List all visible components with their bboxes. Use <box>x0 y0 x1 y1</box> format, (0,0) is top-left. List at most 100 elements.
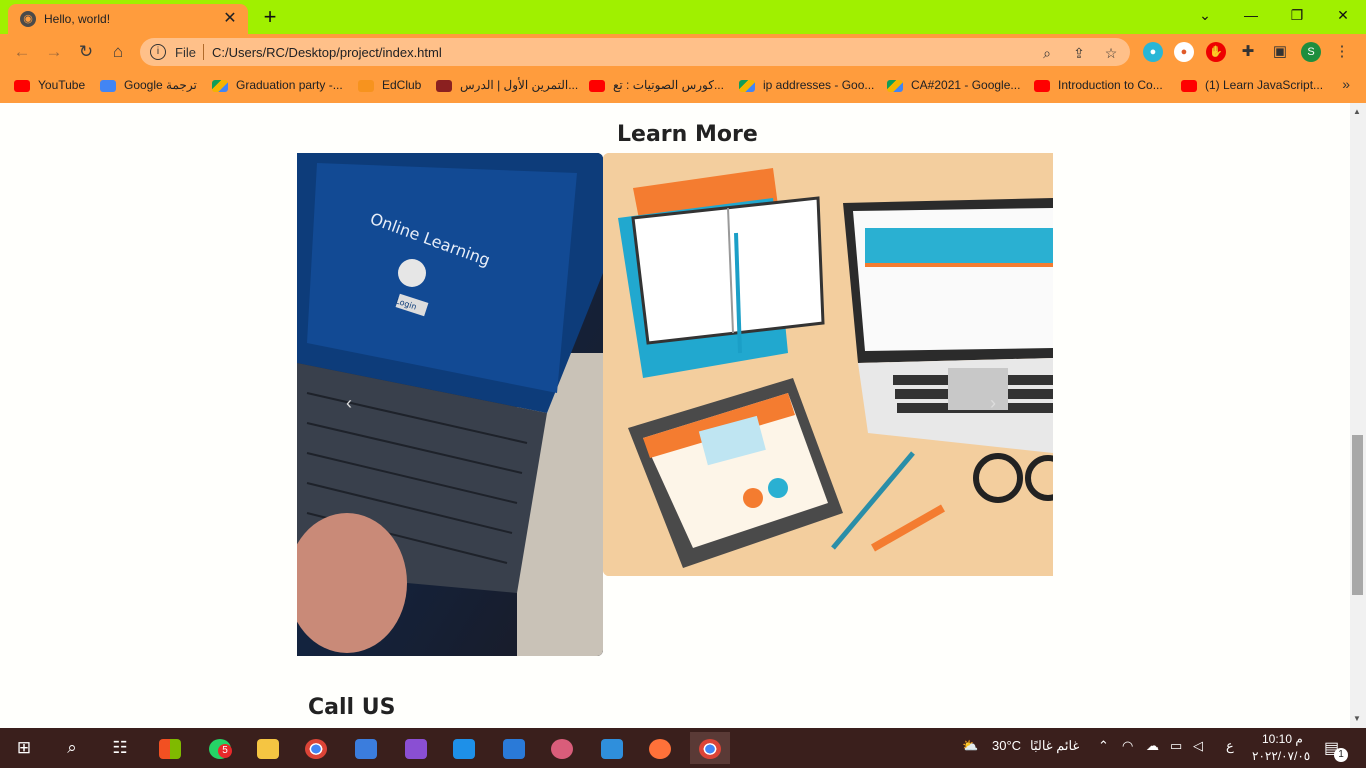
notifications-badge: 1 <box>1334 748 1348 762</box>
carousel-next-icon[interactable]: › <box>990 393 996 414</box>
whatsapp-unread-badge: 5 <box>218 744 232 758</box>
bookmark-label: Introduction to Co... <box>1058 78 1163 92</box>
google-translate-icon <box>100 79 116 92</box>
browser-chrome: ◉ Hello, world! ✕ + ⌄ — ❐ ✕ ← → ↻ ⌂ i Fi… <box>0 0 1366 103</box>
back-button[interactable]: ← <box>10 40 34 64</box>
scroll-down-arrow-icon[interactable]: ▼ <box>1353 714 1361 723</box>
bookmark-item[interactable]: Graduation party -... <box>212 76 343 94</box>
bookmark-item[interactable]: التمرين الأول | الدرس... <box>436 76 578 94</box>
home-button[interactable]: ⌂ <box>106 40 130 64</box>
scroll-up-arrow-icon[interactable]: ▲ <box>1353 107 1361 116</box>
tab-search-icon[interactable]: ⌄ <box>1182 0 1228 30</box>
vscode-icon[interactable] <box>444 732 484 764</box>
avatar-icon <box>436 79 452 92</box>
google-drive-icon <box>887 79 903 92</box>
firefox-icon[interactable] <box>640 732 680 764</box>
address-bar[interactable]: i File C:/Users/RC/Desktop/project/index… <box>140 38 1130 66</box>
google-drive-icon <box>739 79 755 92</box>
menu-kebab-icon[interactable]: ⋮ <box>1332 42 1352 62</box>
file-scheme-label: File <box>175 45 196 60</box>
bookmark-item[interactable]: Introduction to Co... <box>1034 76 1163 94</box>
bookmark-label: Graduation party -... <box>236 78 343 92</box>
side-panel-icon[interactable]: ▣ <box>1270 42 1290 62</box>
weather-text[interactable]: غائم غالبًا <box>1030 738 1079 754</box>
chrome-active-icon[interactable] <box>690 732 730 764</box>
bookmarks-bar: YouTube Google ترجمة Graduation party -.… <box>0 70 1366 100</box>
bookmark-label: التمرين الأول | الدرس... <box>460 78 579 92</box>
bookmark-star-icon[interactable]: ☆ <box>1102 44 1120 62</box>
carousel-image-online-learning: Online Learning Login <box>297 153 603 656</box>
task-view-icon[interactable]: ☷ <box>100 732 140 764</box>
zoom-icon[interactable]: ⌕ <box>1038 44 1056 62</box>
close-window-button[interactable]: ✕ <box>1320 0 1366 30</box>
onedrive-cloud-icon[interactable]: ☁ <box>1146 738 1159 754</box>
omnibox-divider <box>203 44 204 60</box>
bookmark-item[interactable]: (1) Learn JavaScript... <box>1181 76 1323 94</box>
battery-icon[interactable]: ▭ <box>1170 738 1182 754</box>
temperature-text[interactable]: 30°C <box>992 738 1021 753</box>
paint-icon[interactable] <box>542 732 582 764</box>
tray-chevron-up-icon[interactable]: ⌃ <box>1098 738 1109 754</box>
edclub-icon <box>358 79 374 92</box>
carousel-prev-icon[interactable]: ‹ <box>346 393 352 414</box>
tab-strip: ◉ Hello, world! ✕ + ⌄ — ❐ ✕ <box>0 0 1366 34</box>
share-icon[interactable]: ⇪ <box>1070 44 1088 62</box>
wifi-icon[interactable]: ◠ <box>1122 738 1133 754</box>
google-drive-icon <box>212 79 228 92</box>
info-icon[interactable]: i <box>150 44 166 60</box>
chrome-icon[interactable] <box>296 732 336 764</box>
input-language-indicator[interactable]: ع <box>1226 738 1234 754</box>
browser-tab[interactable]: ◉ Hello, world! ✕ <box>8 4 248 34</box>
visual-studio-icon[interactable] <box>396 732 436 764</box>
browser-toolbar: ← → ↻ ⌂ i File C:/Users/RC/Desktop/proje… <box>0 34 1366 70</box>
file-explorer-icon[interactable] <box>248 732 288 764</box>
weather-cloud-sun-icon[interactable]: ⛅ <box>962 738 978 754</box>
clock-date[interactable]: ٢٠٢٢/٠٧/٠٥ <box>1252 749 1310 763</box>
page-scrollbar[interactable]: ▲ ▼ <box>1350 103 1366 728</box>
extension-icon-2[interactable]: ● <box>1174 42 1194 62</box>
windows-taskbar: ⊞ ⌕ ☷ ⛅ 30°C غائم غالبًا ⌃ ◠ ☁ ▭ ◁ ع م 1… <box>0 728 1366 768</box>
close-tab-icon[interactable]: ✕ <box>220 9 240 29</box>
bookmark-label: (1) Learn JavaScript... <box>1205 78 1324 92</box>
windows-start-icon[interactable]: ⊞ <box>4 732 44 764</box>
clock-time[interactable]: م 10:10 <box>1262 732 1303 746</box>
bookmark-item[interactable]: CA#2021 - Google... <box>887 76 1020 94</box>
youtube-icon <box>1034 79 1050 92</box>
bookmark-label: EdClub <box>382 78 422 92</box>
bookmark-item[interactable]: Google ترجمة <box>100 76 197 94</box>
carousel-image-e-learning-desk <box>603 153 1053 576</box>
globe-icon: ◉ <box>20 11 36 27</box>
scrollbar-thumb[interactable] <box>1352 435 1363 595</box>
mail-icon[interactable] <box>494 732 534 764</box>
youtube-icon <box>589 79 605 92</box>
profile-avatar[interactable]: S <box>1301 42 1321 62</box>
restore-button[interactable]: ❐ <box>1274 0 1320 30</box>
bookmark-item[interactable]: EdClub <box>358 76 421 94</box>
minimize-button[interactable]: — <box>1228 0 1274 30</box>
page-content: Learn More Online Learning Login ‹ › Cal… <box>0 103 1350 728</box>
bookmark-label: كورس الصوتيات : تع... <box>613 78 724 92</box>
tab-title: Hello, world! <box>44 12 111 26</box>
new-tab-button[interactable]: + <box>258 5 282 29</box>
extension-icon-3[interactable]: ✋ <box>1206 42 1226 62</box>
bookmark-item[interactable]: كورس الصوتيات : تع... <box>589 76 724 94</box>
extension-icon-1[interactable]: ● <box>1143 42 1163 62</box>
call-us-heading: Call US <box>308 695 396 720</box>
youtube-icon <box>14 79 30 92</box>
microsoft-store-icon[interactable] <box>150 732 190 764</box>
url-text[interactable]: C:/Users/RC/Desktop/project/index.html <box>212 45 442 60</box>
reload-button[interactable]: ↻ <box>74 40 98 64</box>
search-icon[interactable]: ⌕ <box>52 732 92 764</box>
bookmark-label: ip addresses - Goo... <box>763 78 875 92</box>
extensions-puzzle-icon[interactable]: ✚ <box>1238 42 1258 62</box>
bookmark-item[interactable]: ip addresses - Goo... <box>739 76 874 94</box>
bookmark-label: Google ترجمة <box>124 78 197 92</box>
volume-icon[interactable]: ◁ <box>1193 738 1203 754</box>
bookmark-item[interactable]: YouTube <box>14 76 85 94</box>
power-automate-icon[interactable] <box>592 732 632 764</box>
forward-button[interactable]: → <box>42 40 66 64</box>
bookmark-label: CA#2021 - Google... <box>911 78 1021 92</box>
bookmarks-overflow-button[interactable]: » <box>1342 76 1350 92</box>
media-player-icon[interactable] <box>346 732 386 764</box>
bookmark-label: YouTube <box>38 78 86 92</box>
